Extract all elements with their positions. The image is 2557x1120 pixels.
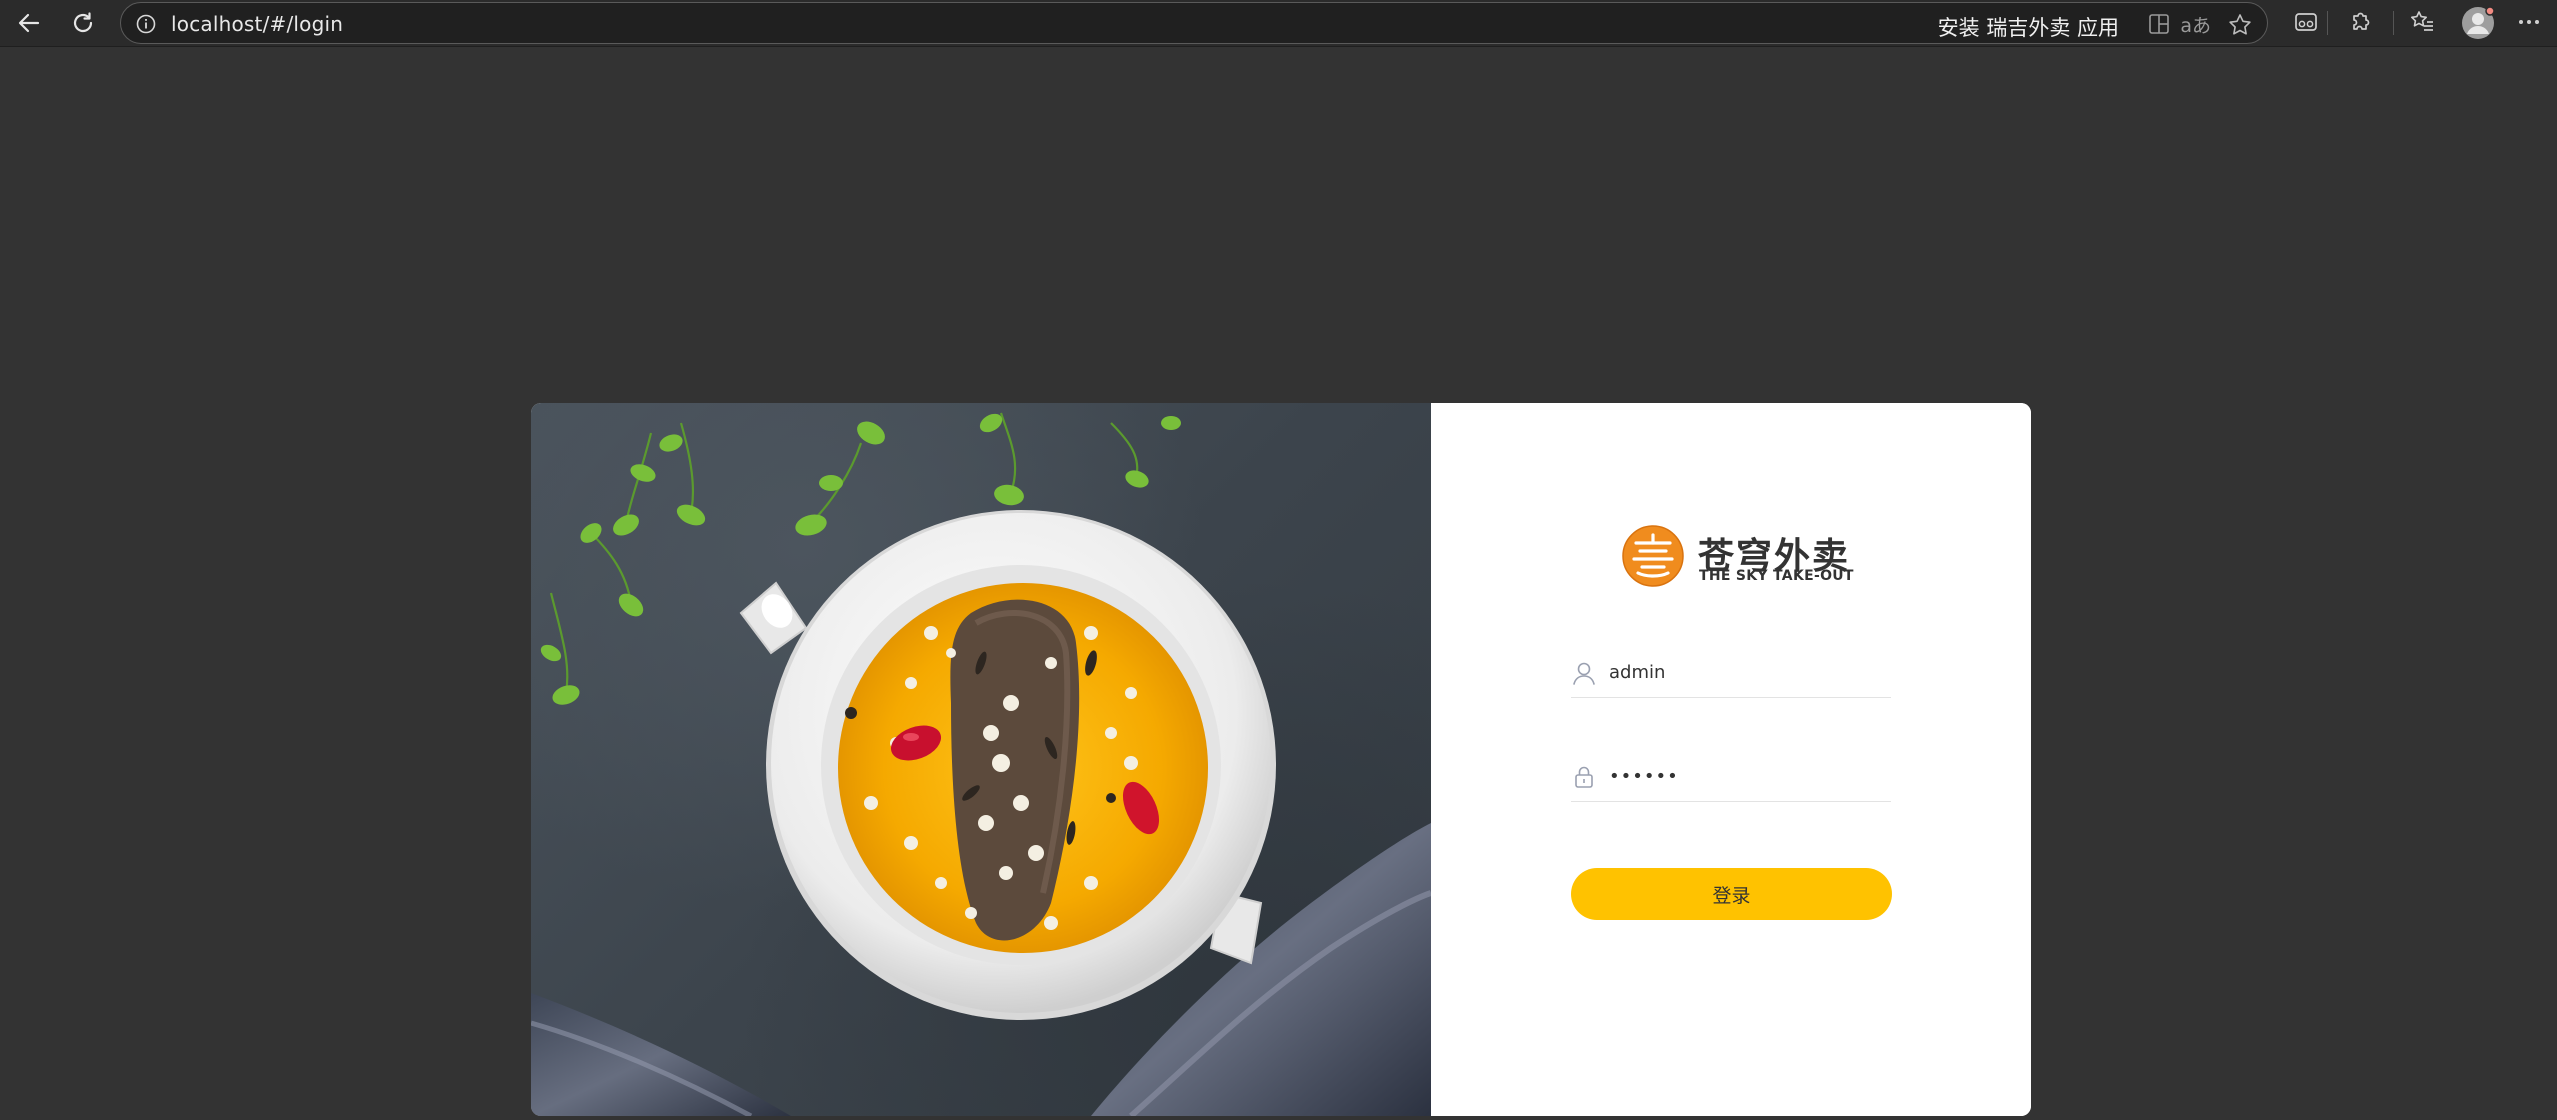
back-arrow-icon <box>18 13 40 33</box>
toolbar-divider <box>2327 11 2328 35</box>
read-aloud-icon[interactable]: aあ <box>2180 11 2211 38</box>
lock-icon <box>1575 766 1593 788</box>
password-input[interactable] <box>1609 758 1885 794</box>
address-bar[interactable]: localhost/#/login 安装 瑞吉外卖 应用 aあ <box>120 2 2268 44</box>
site-info-icon[interactable] <box>135 13 157 35</box>
user-icon <box>1573 662 1595 685</box>
app-available-icon[interactable] <box>2147 12 2171 36</box>
brand-logo-icon <box>1622 525 1684 587</box>
profile-avatar-icon <box>2462 6 2495 39</box>
toolbar-divider <box>2393 11 2394 35</box>
more-menu-icon[interactable] <box>2514 10 2544 34</box>
install-app-prompt[interactable]: 安装 瑞吉外卖 应用 <box>1938 12 2119 42</box>
password-field[interactable] <box>1571 756 1891 802</box>
brand-logo: 苍穹外卖 THE SKY TAKE-OUT <box>1620 525 1855 589</box>
url-text[interactable]: localhost/#/login <box>171 12 343 36</box>
brand-name-en: THE SKY TAKE-OUT <box>1699 568 1854 584</box>
split-screen-icon[interactable] <box>2292 8 2320 36</box>
username-field[interactable] <box>1571 652 1891 698</box>
login-card: 苍穹外卖 THE SKY TAKE-OUT 登录 <box>531 403 2031 1116</box>
reload-button[interactable] <box>66 6 100 40</box>
browser-toolbar: localhost/#/login 安装 瑞吉外卖 应用 aあ <box>0 0 2557 47</box>
reload-icon <box>73 12 93 33</box>
login-form-panel: 苍穹外卖 THE SKY TAKE-OUT 登录 <box>1431 403 2031 1116</box>
profile-button[interactable] <box>2460 5 2496 41</box>
hero-food-image <box>531 403 1431 1116</box>
favorite-star-icon[interactable] <box>2227 12 2253 38</box>
extensions-puzzle-icon[interactable] <box>2346 8 2374 36</box>
favorites-list-icon[interactable] <box>2408 8 2436 36</box>
username-input[interactable] <box>1609 654 1885 690</box>
back-button[interactable] <box>12 6 46 40</box>
login-button[interactable]: 登录 <box>1571 868 1892 920</box>
